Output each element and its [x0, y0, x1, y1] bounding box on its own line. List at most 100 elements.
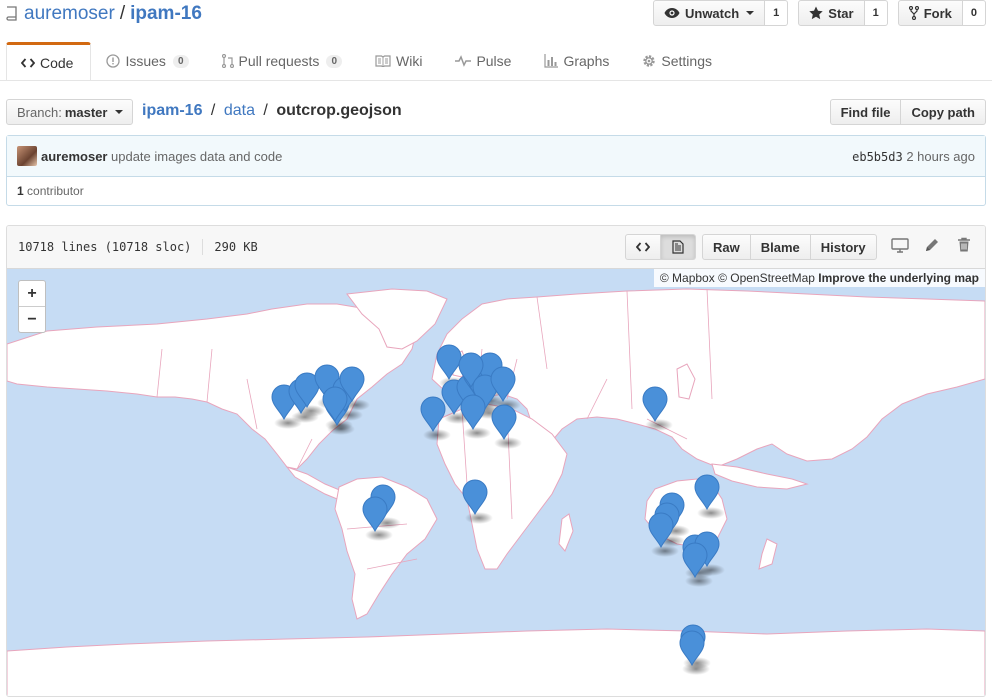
- star-count[interactable]: 1: [864, 0, 888, 26]
- commit-message-link[interactable]: update images data and code: [111, 149, 282, 164]
- zoom-out-button[interactable]: −: [19, 307, 45, 332]
- attribution-osm-link[interactable]: © OpenStreetMap: [718, 271, 815, 285]
- file-info-divider: [202, 239, 204, 255]
- commit-tease: auremoser update images data and code eb…: [6, 135, 986, 206]
- star-group: Star 1: [798, 0, 888, 26]
- trash-icon[interactable]: [957, 237, 971, 253]
- branch-select-button[interactable]: Branch: master: [6, 99, 134, 125]
- unwatch-label: Unwatch: [684, 5, 740, 21]
- tab-pulse[interactable]: Pulse: [440, 42, 529, 79]
- tab-pull-requests-label: Pull requests: [238, 53, 320, 69]
- chevron-down-icon: [115, 110, 124, 114]
- latest-commit: auremoser update images data and code eb…: [7, 136, 985, 177]
- star-icon: [809, 6, 823, 20]
- commit-author-link[interactable]: auremoser: [41, 149, 107, 164]
- star-label: Star: [828, 5, 854, 21]
- contributors-link[interactable]: 1 contributor: [17, 184, 84, 198]
- contributors-count: 1: [17, 184, 24, 198]
- marker-shadow: [494, 437, 522, 449]
- file-box: 10718 lines (10718 sloc) 290 KB Raw Blam…: [6, 225, 986, 697]
- path-buttons: Find file Copy path: [829, 99, 986, 125]
- tab-settings[interactable]: Settings: [627, 42, 730, 79]
- attribution-mapbox-link[interactable]: © Mapbox: [660, 271, 715, 285]
- improve-map-link[interactable]: Improve the underlying map: [818, 271, 979, 285]
- tab-graphs[interactable]: Graphs: [529, 42, 627, 79]
- star-button[interactable]: Star: [798, 0, 865, 26]
- breadcrumb-root-link[interactable]: ipam-16: [142, 102, 202, 119]
- copy-path-button[interactable]: Copy path: [901, 99, 986, 125]
- chevron-down-icon: [746, 11, 755, 15]
- tab-code-label: Code: [40, 54, 74, 71]
- fork-group: Fork 0: [897, 0, 986, 26]
- gear-icon: [643, 55, 656, 67]
- source-view-button[interactable]: [625, 234, 661, 260]
- file-info: 10718 lines (10718 sloc) 290 KB: [18, 239, 258, 255]
- repo-owner-link[interactable]: auremoser: [24, 3, 115, 25]
- fork-count[interactable]: 0: [962, 0, 986, 26]
- file-text-icon: [672, 240, 684, 254]
- branch-name: master: [64, 104, 108, 120]
- fork-label: Fork: [923, 5, 952, 21]
- branch-prefix: Branch:: [17, 104, 62, 120]
- raw-button[interactable]: Raw: [702, 234, 751, 260]
- git-pull-request-icon: [221, 54, 234, 68]
- marker-shadow: [365, 529, 393, 541]
- commit-time: 2 hours ago: [906, 149, 975, 164]
- unwatch-button[interactable]: Unwatch: [652, 0, 766, 26]
- marker-shadow: [682, 663, 710, 675]
- marker-shadow: [697, 507, 725, 519]
- map-marker-icon[interactable]: [460, 394, 486, 431]
- file-actions: Raw Blame History: [702, 234, 877, 260]
- map-marker-icon[interactable]: [436, 344, 462, 381]
- fork-icon: [908, 6, 919, 20]
- repo-actions: Unwatch 1 Star 1 Fork 0: [652, 0, 986, 26]
- pencil-icon[interactable]: [924, 237, 940, 253]
- eye-icon: [664, 8, 680, 18]
- view-toggle: [625, 234, 696, 260]
- repo-header: auremoser / ipam-16 Unwatch 1 Star 1 For…: [0, 0, 992, 81]
- marker-shadow: [685, 575, 713, 587]
- watch-group: Unwatch 1: [652, 0, 789, 26]
- repo-title-separator: /: [119, 3, 126, 24]
- find-file-button[interactable]: Find file: [829, 99, 902, 125]
- repo-title: auremoser / ipam-16: [6, 3, 202, 25]
- marker-layer: [271, 344, 725, 675]
- geojson-map[interactable]: © Mapbox © OpenStreetMap Improve the und…: [7, 269, 985, 696]
- commit-meta: eb5b5d3 2 hours ago: [852, 149, 975, 164]
- rendered-view-button[interactable]: [661, 234, 696, 260]
- file-lines: 10718 lines (10718 sloc): [18, 240, 192, 254]
- map-marker-icon[interactable]: [491, 404, 517, 441]
- watch-count[interactable]: 1: [765, 0, 789, 26]
- tab-pull-requests[interactable]: Pull requests 0: [207, 42, 361, 79]
- breadcrumb-dir-link[interactable]: data: [224, 102, 255, 119]
- blame-button[interactable]: Blame: [749, 234, 811, 260]
- map-attribution: © Mapbox © OpenStreetMap Improve the und…: [653, 269, 985, 287]
- desktop-icon[interactable]: [891, 237, 909, 253]
- book-icon: [375, 55, 391, 67]
- tab-issues-label: Issues: [125, 53, 166, 69]
- tab-code[interactable]: Code: [6, 42, 92, 80]
- zoom-control: + −: [18, 280, 46, 333]
- breadcrumb-separator: /: [263, 102, 268, 119]
- zoom-in-button[interactable]: +: [19, 281, 45, 307]
- file-size: 290 KB: [214, 240, 258, 254]
- fork-button[interactable]: Fork: [897, 0, 963, 26]
- map-marker-icon[interactable]: [642, 386, 668, 423]
- file-header: 10718 lines (10718 sloc) 290 KB Raw Blam…: [7, 226, 985, 269]
- repo-name-link[interactable]: ipam-16: [130, 3, 202, 25]
- marker-shadow: [423, 429, 451, 441]
- tab-pulse-label: Pulse: [476, 53, 512, 69]
- contributors-label: contributor: [27, 184, 84, 198]
- avatar[interactable]: [17, 146, 37, 166]
- commit-sha-link[interactable]: eb5b5d3: [852, 150, 903, 164]
- map-marker-icon[interactable]: [420, 396, 446, 433]
- history-button[interactable]: History: [809, 234, 877, 260]
- marker-shadow: [463, 427, 491, 439]
- pull-requests-count: 0: [326, 54, 342, 68]
- map-marker-icon[interactable]: [694, 474, 720, 511]
- marker-shadow: [651, 545, 679, 557]
- breadcrumb-separator: /: [210, 102, 216, 119]
- map-marker-icon[interactable]: [462, 479, 488, 516]
- tab-wiki[interactable]: Wiki: [360, 42, 440, 79]
- tab-issues[interactable]: Issues 0: [91, 42, 206, 79]
